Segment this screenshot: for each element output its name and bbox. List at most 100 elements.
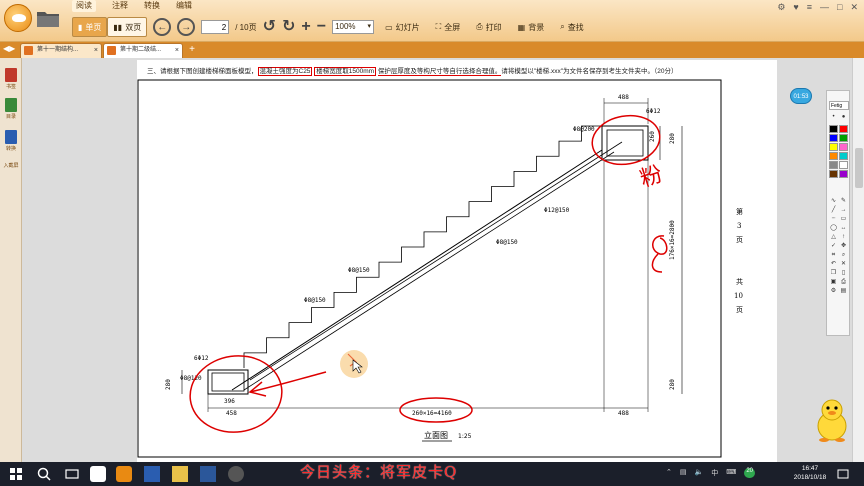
pen-color-swatch[interactable] bbox=[839, 161, 848, 169]
curve-tool-icon[interactable]: ∿ bbox=[829, 197, 838, 205]
check-tool-icon[interactable]: ✓ bbox=[829, 242, 838, 250]
app-taskbar-icon[interactable] bbox=[90, 466, 106, 482]
save-icon[interactable]: ▣ bbox=[829, 278, 838, 286]
tray-up-icon[interactable]: ⌃ bbox=[666, 468, 672, 478]
rect-tool-icon[interactable]: ▭ bbox=[839, 215, 848, 223]
rebar-label: Φ8@200 bbox=[573, 126, 595, 133]
print-small-icon[interactable]: ⎙ bbox=[839, 278, 848, 286]
pencil-tool-icon[interactable]: ✎ bbox=[839, 197, 848, 205]
annot-number-sketch bbox=[651, 235, 668, 273]
rebar-line bbox=[243, 151, 615, 391]
copy-icon[interactable]: ❐ bbox=[829, 269, 838, 277]
rebar-label: Φ12@150 bbox=[544, 207, 570, 214]
word-taskbar-icon[interactable] bbox=[200, 466, 216, 482]
page-side-label: 页 bbox=[736, 236, 743, 244]
network-icon[interactable]: ▤ bbox=[680, 468, 687, 478]
bottom-beam-stirrup bbox=[211, 372, 245, 392]
ellipse-tool-icon[interactable]: ◯ bbox=[829, 224, 838, 232]
layers-icon[interactable]: ▤ bbox=[839, 287, 848, 295]
double-arrow-tool-icon[interactable]: ↔ bbox=[839, 224, 848, 232]
revit-taskbar-icon[interactable] bbox=[144, 466, 160, 482]
pdf-reader-taskbar-icon[interactable] bbox=[116, 466, 132, 482]
taskbar-clock[interactable]: 16:47 2018/10/18 bbox=[788, 464, 832, 482]
pen-tool-grid: ∿ ✎ ╱ → ┄ ▭ ◯ ↔ △ ↑ ✓ ✥ ⌗ ⌕ ↶ ✕ ❐ ▯ ▣ ⎙ … bbox=[829, 197, 849, 295]
line-tool-icon[interactable]: ╱ bbox=[829, 206, 838, 214]
pen-color-swatch[interactable] bbox=[829, 161, 838, 169]
pen-color-swatch[interactable] bbox=[829, 152, 838, 160]
pen-color-swatch[interactable] bbox=[829, 170, 838, 178]
video-watermark: 今日头条：将军皮卡Q bbox=[300, 463, 458, 481]
pen-color-swatch[interactable] bbox=[839, 143, 848, 151]
rebar-label: Φ8@150 bbox=[496, 239, 518, 246]
dim-label: 176×16=2800 bbox=[669, 220, 676, 260]
stair-elevation-drawing: 488 6Φ12 Φ8@200 260 Φ12@150 Φ8@150 Φ8@15… bbox=[137, 79, 743, 458]
dim-label: 396 bbox=[224, 398, 235, 405]
rebar-label: 6Φ12 bbox=[646, 108, 661, 115]
keyboard-icon[interactable]: ⌨ bbox=[726, 468, 736, 478]
dash-tool-icon[interactable]: ┄ bbox=[829, 215, 838, 223]
volume-icon[interactable]: 🔈 bbox=[695, 468, 704, 478]
rebar-label: 6Φ12 bbox=[194, 355, 209, 362]
pen-color-swatch[interactable] bbox=[839, 152, 848, 160]
undo-icon[interactable]: ↶ bbox=[829, 260, 838, 268]
ime-indicator[interactable]: 中 bbox=[711, 468, 718, 478]
vertical-scrollbar[interactable] bbox=[852, 58, 864, 462]
stair-steps bbox=[243, 125, 604, 368]
pen-color-swatch[interactable] bbox=[839, 134, 848, 142]
top-beam-stirrup bbox=[606, 129, 644, 157]
pdf-reader-window: 阅读 注释 转换 编辑 ▮ 单页 ▮▮ 双页 ← → / 10页 ↺ ↻ + −… bbox=[0, 0, 864, 486]
arrow-tool-icon[interactable]: → bbox=[839, 206, 848, 214]
system-tray: ⌃ ▤ 🔈 中 ⌨ 20 bbox=[666, 468, 756, 478]
slab-bottom-line bbox=[231, 149, 603, 391]
page-side-label: 共 bbox=[736, 277, 743, 286]
pen-color-swatch[interactable] bbox=[829, 125, 838, 133]
pen-panel-title: Fetig bbox=[829, 101, 849, 110]
dim-label: 280 bbox=[669, 133, 676, 144]
pen-color-swatch[interactable] bbox=[839, 125, 848, 133]
rebar-line-top bbox=[249, 141, 623, 381]
pen-color-swatch[interactable] bbox=[829, 143, 838, 151]
search-icon[interactable] bbox=[36, 466, 52, 482]
triangle-tool-icon[interactable]: △ bbox=[829, 233, 838, 241]
page-side-label: 页 bbox=[736, 306, 743, 314]
page-side-label: 10 bbox=[734, 292, 743, 300]
app-taskbar-icon-2[interactable] bbox=[228, 466, 244, 482]
annot-handwriting: 粉 bbox=[637, 162, 666, 193]
dim-label: 280 bbox=[669, 379, 676, 390]
settings-small-icon[interactable]: ⚙ bbox=[829, 287, 838, 295]
drawing-scale: 1:25 bbox=[458, 433, 472, 440]
rebar-label: Φ8@120 bbox=[180, 375, 202, 382]
drawing-title: 立面图 bbox=[424, 430, 448, 440]
dim-label: 260×16=4160 bbox=[412, 410, 452, 417]
new-page-icon[interactable]: ▯ bbox=[839, 269, 848, 277]
file-explorer-icon[interactable] bbox=[172, 466, 188, 482]
move-tool-icon[interactable]: ✥ bbox=[839, 242, 848, 250]
scrollbar-thumb[interactable] bbox=[855, 148, 863, 188]
bottom-beam bbox=[207, 369, 249, 395]
dim-label: 488 bbox=[618, 410, 629, 417]
page-side-label: 第 bbox=[736, 207, 743, 216]
zoom-tool-icon[interactable]: ⌕ bbox=[839, 251, 848, 259]
dim-label: 488 bbox=[618, 94, 629, 101]
pen-color-swatch[interactable] bbox=[839, 170, 848, 178]
rebar-label: Φ8@150 bbox=[304, 297, 326, 304]
pen-size-small-icon[interactable]: • bbox=[829, 113, 838, 121]
arrow-up-tool-icon[interactable]: ↑ bbox=[839, 233, 848, 241]
pen-color-swatch[interactable] bbox=[829, 134, 838, 142]
pen-annotation-panel: Fetig • ● ∿ ✎ ╱ → ┄ ▭ ◯ ↔ △ ↑ ✓ ✥ ⌗ ⌕ ↶ … bbox=[826, 90, 850, 336]
clear-icon[interactable]: ✕ bbox=[839, 260, 848, 268]
dim-label: 260 bbox=[649, 131, 656, 142]
crop-tool-icon[interactable]: ⌗ bbox=[829, 251, 838, 259]
page-side-label: 3 bbox=[737, 222, 741, 230]
battery-badge[interactable]: 20 bbox=[744, 468, 756, 478]
task-view-icon[interactable] bbox=[64, 466, 80, 482]
notification-icon[interactable] bbox=[836, 468, 850, 482]
rebar-label: Φ8@150 bbox=[348, 267, 370, 274]
duck-mascot-sticker bbox=[817, 399, 847, 442]
pen-color-grid bbox=[829, 125, 849, 178]
dim-label: 458 bbox=[226, 410, 237, 417]
recording-time-bubble[interactable]: 01:53 bbox=[790, 88, 812, 104]
dim-label: 280 bbox=[165, 379, 172, 390]
pen-size-large-icon[interactable]: ● bbox=[839, 113, 848, 121]
windows-start-icon[interactable] bbox=[8, 466, 24, 482]
